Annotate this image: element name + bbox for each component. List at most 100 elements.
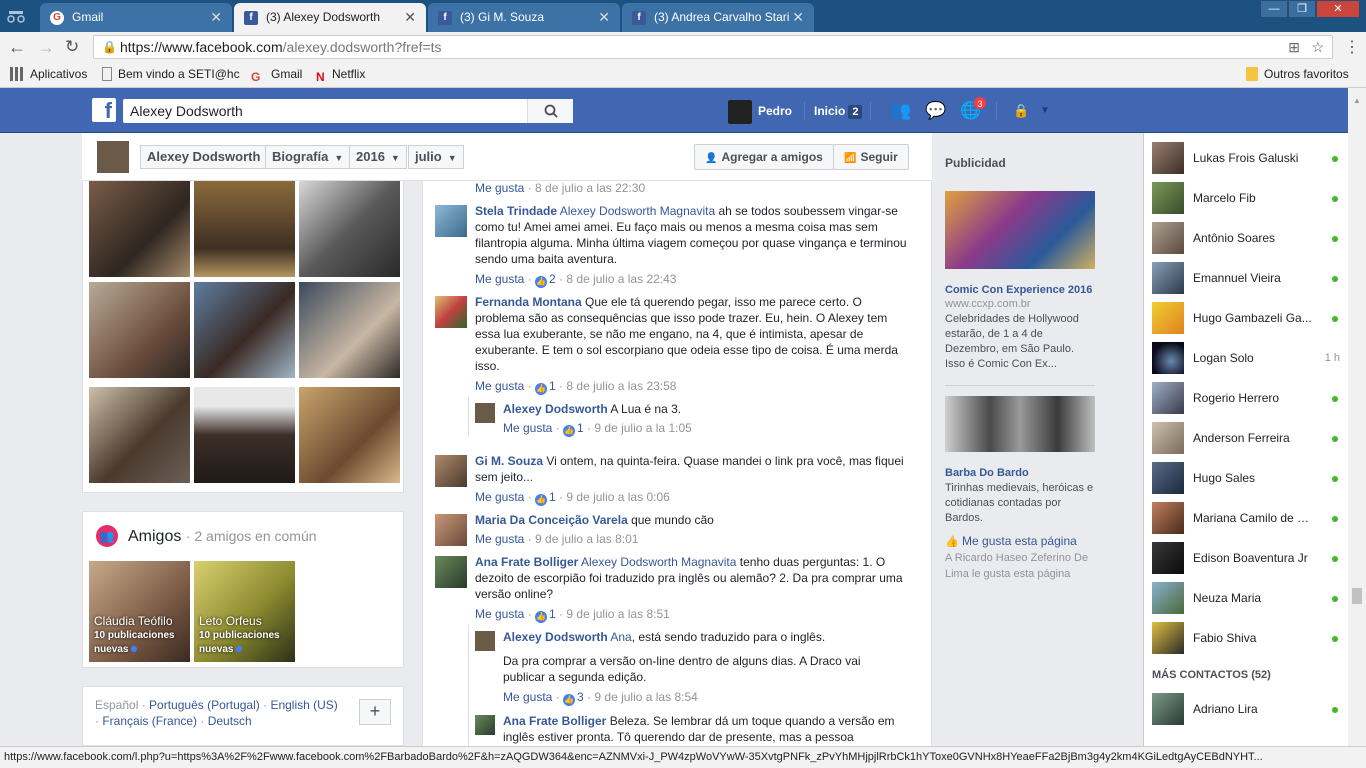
bookmark-other[interactable]: Outros favoritos [1246,67,1349,81]
facebook-logo[interactable]: f [92,98,116,123]
photo-thumbnail[interactable] [89,282,190,378]
like-link[interactable]: Me gusta [475,379,524,393]
like-link[interactable]: Me gusta [475,272,524,286]
comment-author[interactable]: Ana Frate Bolliger [475,555,578,569]
contact-item[interactable]: Hugo Gambazeli Ga... [1152,300,1344,336]
search-input[interactable]: Alexey Dodsworth [123,99,573,123]
like-link[interactable]: Me gusta [475,490,524,504]
contact-item[interactable]: Neuza Maria [1152,580,1344,616]
commenter-avatar[interactable] [435,556,467,588]
like-link[interactable]: Me gusta [503,690,552,704]
home-link[interactable]: Inicio 2 [814,99,863,123]
close-tab-icon[interactable]: ✕ [210,3,222,32]
like-link[interactable]: Me gusta [475,532,524,546]
bookmark-netflix[interactable]: N Netflix [316,67,365,84]
contact-item[interactable]: Edison Boaventura Jr [1152,540,1344,576]
contact-item[interactable]: Rogerio Herrero [1152,380,1344,416]
minimize-button[interactable]: — [1260,0,1288,18]
contact-item[interactable]: Marcelo Fib [1152,180,1344,216]
friend-card[interactable]: Cláudia Teófilo 10 publicaciones nuevas [89,561,190,662]
bookmark-apps[interactable]: Aplicativos [10,67,87,81]
more-languages-button[interactable]: + [359,699,391,725]
scroll-up-icon[interactable]: ▲ [1353,96,1361,105]
language-link[interactable]: English (US) [270,698,337,712]
commenter-avatar[interactable] [435,296,467,328]
privacy-lock-icon[interactable]: 🔒 [1013,103,1029,119]
contact-item[interactable]: Antônio Soares [1152,220,1344,256]
like-count[interactable]: 1 [549,379,556,393]
comment-time[interactable]: 8 de julio a las 23:58 [566,379,676,393]
like-count[interactable]: 3 [577,690,584,704]
ad-image-comic-con[interactable] [945,191,1095,269]
comment-author[interactable]: Gi M. Souza [475,454,543,468]
like-link[interactable]: Me gusta [475,607,524,621]
commenter-avatar[interactable] [475,715,495,735]
tab-alexey[interactable]: f (3) Alexey Dodsworth ✕ [234,3,426,32]
ad-like-page-button[interactable]: 👍 Me gusta esta página [945,534,1077,548]
contact-item[interactable]: Lukas Frois Galuski [1152,140,1344,176]
ad-text[interactable]: Celebridades de Hollywood estarão, de 1 … [945,312,1095,372]
contact-item[interactable]: Fabio Shiva [1152,620,1344,656]
star-icon[interactable]: ☆ [1311,36,1324,58]
commenter-avatar[interactable] [475,631,495,651]
tab-gi-souza[interactable]: f (3) Gi M. Souza ✕ [428,3,620,32]
maximize-button[interactable]: ❐ [1288,0,1316,18]
close-tab-icon[interactable]: ✕ [404,3,416,32]
comment-author[interactable]: Fernanda Montana [475,295,582,309]
contact-item[interactable]: Anderson Ferreira [1152,420,1344,456]
contact-item[interactable]: Hugo Sales [1152,460,1344,496]
like-count[interactable]: 2 [549,272,556,286]
month-selector[interactable]: julio ▼ [408,145,464,169]
comment-time[interactable]: 9 de julio a las 8:51 [566,607,669,621]
like-link[interactable]: Me gusta [503,421,552,435]
commenter-avatar[interactable] [435,514,467,546]
close-tab-icon[interactable]: ✕ [598,3,610,32]
address-bar[interactable]: 🔒 https://www.facebook.com/alexey.dodswo… [93,35,1333,59]
contact-item[interactable]: Logan Solo 1 h [1152,340,1344,376]
search-button[interactable] [527,99,573,123]
photo-thumbnail[interactable] [299,387,400,483]
section-selector[interactable]: Biografía ▼ [265,145,351,169]
contact-item[interactable]: Mariana Camilo de S... [1152,500,1344,536]
like-count[interactable]: 1 [549,607,556,621]
tab-andrea[interactable]: f (3) Andrea Carvalho Stari ✕ [622,3,814,32]
photo-thumbnail[interactable] [194,387,295,483]
forward-icon[interactable]: → [37,37,55,58]
profile-avatar[interactable] [97,141,129,173]
friend-card[interactable]: Leto Orfeus 10 publicaciones nuevas [194,561,295,662]
like-count[interactable]: 1 [577,421,584,435]
language-link[interactable]: Deutsch [208,714,252,728]
contact-item[interactable]: Emannuel Vieira [1152,260,1344,296]
messages-icon[interactable]: 💬 [925,101,946,121]
ad-text[interactable]: Tirinhas medievais, heróicas e cotidiana… [945,481,1095,526]
back-icon[interactable]: ← [8,37,26,58]
close-window-button[interactable]: ✕ [1316,0,1360,18]
comment-time[interactable]: 8 de julio a las 22:30 [535,181,645,195]
comment-author[interactable]: Stela Trindade [475,204,557,218]
photo-thumbnail[interactable] [89,181,190,277]
profile-link[interactable]: Pedro [728,99,792,124]
profile-name-link[interactable]: Alexey Dodsworth [140,145,268,169]
comment-author[interactable]: Alexey Dodsworth [503,402,608,416]
photo-thumbnail[interactable] [89,387,190,483]
bookmark-seti[interactable]: Bem vindo a SETI@hc [102,67,240,81]
comment-author[interactable]: Maria Da Conceição Varela [475,513,628,527]
friend-requests-icon[interactable]: 👥 [890,101,911,121]
like-link[interactable]: Me gusta [475,181,524,195]
like-count[interactable]: 1 [549,490,556,504]
comment-tag[interactable]: Alexey Dodsworth Magnavita [581,555,736,569]
contact-item[interactable]: Adriano Lira [1152,691,1344,727]
comment-author[interactable]: Alexey Dodsworth [503,630,608,644]
ad-image-barba-do-bardo[interactable] [945,396,1095,452]
tab-gmail[interactable]: G Gmail ✕ [40,3,232,32]
friends-title[interactable]: Amigos · 2 amigos en común [128,528,317,546]
account-menu-icon[interactable]: ▼ [1040,105,1050,116]
menu-icon[interactable]: ⋮ [1344,37,1360,57]
photo-thumbnail[interactable] [299,282,400,378]
ad-title[interactable]: Comic Con Experience 2016 [945,284,1105,296]
comment-time[interactable]: 8 de julio a las 22:43 [566,272,676,286]
photo-thumbnail[interactable] [194,282,295,378]
comment-time[interactable]: 9 de julio a las 8:54 [594,690,697,704]
language-link[interactable]: Português (Portugal) [149,698,260,712]
comment-tag[interactable]: Ana [610,630,631,644]
